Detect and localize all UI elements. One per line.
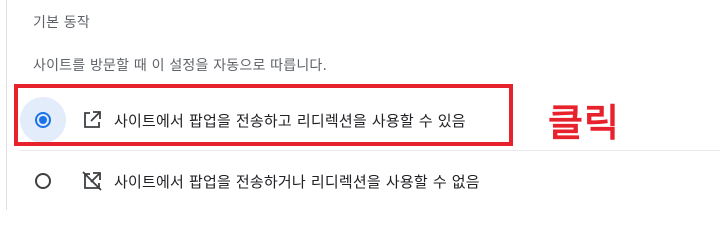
radio-block-popups[interactable] — [35, 173, 51, 189]
panel-left-border — [6, 0, 7, 210]
option-block-popups-label: 사이트에서 팝업을 전송하거나 리디렉션을 사용할 수 없음 — [114, 172, 480, 191]
option-divider — [20, 150, 720, 151]
open-in-new-off-icon — [80, 169, 104, 193]
section-title: 기본 동작 — [33, 15, 90, 31]
annotation-click-label: 클릭 — [548, 101, 620, 145]
section-description: 사이트를 방문할 때 이 설정을 자동으로 따릅니다. — [33, 58, 328, 74]
option-block-popups[interactable]: 사이트에서 팝업을 전송하거나 리디렉션을 사용할 수 없음 — [20, 154, 480, 208]
annotation-highlight-box — [14, 84, 513, 146]
radio-block-popups-ripple[interactable] — [20, 158, 66, 204]
